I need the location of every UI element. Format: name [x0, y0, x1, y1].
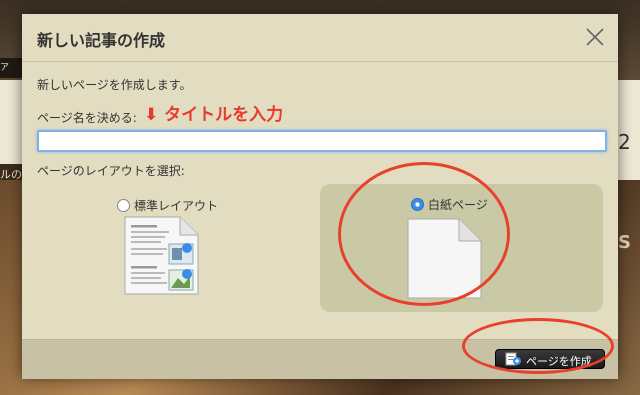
page-name-input[interactable]: [37, 130, 607, 152]
dialog-intro: 新しいページを作成します。: [37, 78, 192, 92]
standard-layout-page-icon: [124, 216, 199, 295]
create-article-dialog: 新しい記事の作成 新しいページを作成します。 ページ名を決める: ⬇ タイトルを…: [22, 14, 618, 379]
background-nav-label: ア: [0, 58, 22, 78]
standard-layout-radio[interactable]: [117, 199, 130, 212]
add-page-icon: [505, 352, 521, 366]
close-icon[interactable]: [584, 26, 606, 48]
dialog-header: 新しい記事の作成: [22, 14, 618, 62]
blank-page-label: 白紙ページ: [428, 198, 488, 212]
create-page-button[interactable]: ページを作成: [495, 349, 605, 369]
dialog-title: 新しい記事の作成: [37, 31, 166, 50]
title-input-annotation: ⬇ タイトルを入力: [144, 105, 284, 125]
layout-select-label: ページのレイアウトを選択:: [37, 164, 185, 178]
standard-layout-label: 標準レイアウト: [134, 199, 219, 213]
page-name-label: ページ名を決める:: [37, 111, 137, 125]
layout-option-blank[interactable]: 白紙ページ: [320, 184, 603, 312]
blank-page-radio[interactable]: [411, 198, 424, 211]
layout-option-standard[interactable]: 標準レイアウト: [116, 184, 316, 314]
create-page-button-label: ページを作成: [526, 356, 592, 368]
blank-page-icon: [407, 218, 482, 299]
